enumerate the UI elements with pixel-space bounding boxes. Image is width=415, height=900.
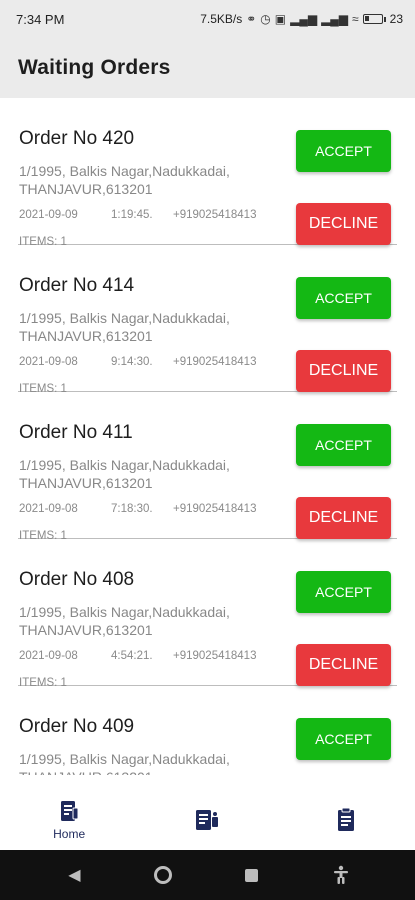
decline-button[interactable]: DECLINE bbox=[296, 497, 391, 539]
order-phone: +919025418413 bbox=[173, 356, 257, 368]
order-phone: +919025418413 bbox=[173, 650, 257, 662]
order-date: 2021-09-08 bbox=[19, 650, 78, 662]
order-time: 4:54:21. bbox=[111, 650, 153, 662]
order-card: Order No 420 1/1995, Balkis Nagar,Nadukk… bbox=[18, 98, 397, 248]
order-card: Order No 409 1/1995, Balkis Nagar,Nadukk… bbox=[18, 686, 397, 775]
nav-home[interactable]: Home bbox=[19, 799, 119, 841]
order-card: Order No 411 1/1995, Balkis Nagar,Nadukk… bbox=[18, 392, 397, 542]
order-title: Order No 420 bbox=[19, 128, 135, 149]
page-title: Waiting Orders bbox=[18, 56, 171, 79]
order-title: Order No 414 bbox=[19, 275, 135, 296]
home-circle-icon bbox=[154, 866, 173, 884]
decline-button[interactable]: DECLINE bbox=[296, 350, 391, 392]
order-time: 1:19:45. bbox=[111, 209, 153, 221]
order-meta: 2021-09-08 4:54:21. +919025418413 bbox=[19, 650, 256, 662]
order-date: 2021-09-09 bbox=[19, 209, 78, 221]
order-title: Order No 408 bbox=[19, 569, 135, 590]
nav-delivery[interactable] bbox=[157, 807, 257, 833]
wifi-icon: ≈ bbox=[352, 12, 359, 26]
battery-percent: 23 bbox=[389, 12, 403, 26]
order-time: 7:18:30. bbox=[111, 503, 153, 515]
order-time: 9:14:30. bbox=[111, 356, 153, 368]
alarm-icon: ◷ bbox=[260, 12, 271, 26]
decline-button[interactable]: DECLINE bbox=[296, 644, 391, 686]
accept-button[interactable]: ACCEPT bbox=[296, 571, 391, 613]
signal-icon: ▂▄▆ bbox=[290, 12, 318, 26]
status-bar: 7:34 PM 7.5KB/s ⚭ ◷ ▣ ▂▄▆ ▂▄▆ ≈ 23 bbox=[0, 0, 415, 38]
order-phone: +919025418413 bbox=[173, 503, 257, 515]
order-date: 2021-09-08 bbox=[19, 503, 78, 515]
order-address: 1/1995, Balkis Nagar,Nadukkadai, THANJAV… bbox=[19, 163, 230, 197]
order-address: 1/1995, Balkis Nagar,Nadukkadai, THANJAV… bbox=[19, 310, 230, 344]
sim-icon: ▣ bbox=[274, 12, 287, 26]
accept-button[interactable]: ACCEPT bbox=[296, 130, 391, 172]
accept-button[interactable]: ACCEPT bbox=[296, 277, 391, 319]
nav-order-list[interactable] bbox=[296, 807, 396, 833]
network-speed: 7.5KB/s bbox=[200, 12, 243, 26]
decline-button[interactable]: DECLINE bbox=[296, 203, 391, 245]
order-card: Order No 414 1/1995, Balkis Nagar,Nadukk… bbox=[18, 245, 397, 395]
order-phone: +919025418413 bbox=[173, 209, 257, 221]
home-orders-icon bbox=[56, 799, 82, 825]
order-address: 1/1995, Balkis Nagar,Nadukkadai, THANJAV… bbox=[19, 751, 230, 775]
headphones-icon: ⚭ bbox=[246, 12, 257, 26]
bottom-nav: Home bbox=[0, 790, 415, 850]
nav-home-label: Home bbox=[53, 827, 86, 841]
order-address: 1/1995, Balkis Nagar,Nadukkadai, THANJAV… bbox=[19, 457, 230, 491]
order-title: Order No 411 bbox=[19, 422, 133, 443]
order-meta: 2021-09-08 9:14:30. +919025418413 bbox=[19, 356, 256, 368]
order-list[interactable]: Order No 420 1/1995, Balkis Nagar,Nadukk… bbox=[0, 98, 415, 775]
delivery-orders-icon bbox=[193, 807, 221, 833]
order-list-icon bbox=[334, 807, 358, 833]
order-date: 2021-09-08 bbox=[19, 356, 78, 368]
home-button[interactable] bbox=[143, 866, 183, 884]
accessibility-icon[interactable] bbox=[321, 865, 361, 885]
status-time: 7:34 PM bbox=[16, 11, 65, 27]
recents-button[interactable] bbox=[232, 868, 272, 882]
order-title: Order No 409 bbox=[19, 716, 135, 737]
order-meta: 2021-09-08 7:18:30. +919025418413 bbox=[19, 503, 256, 515]
back-icon[interactable]: ◀ bbox=[54, 865, 94, 885]
battery-icon bbox=[362, 14, 386, 24]
app-header: Waiting Orders bbox=[0, 38, 415, 98]
status-icons: 7.5KB/s ⚭ ◷ ▣ ▂▄▆ ▂▄▆ ≈ 23 bbox=[200, 12, 403, 26]
signal-icon: ▂▄▆ bbox=[321, 12, 349, 26]
order-meta: 2021-09-09 1:19:45. +919025418413 bbox=[19, 209, 256, 221]
order-address: 1/1995, Balkis Nagar,Nadukkadai, THANJAV… bbox=[19, 604, 230, 638]
accept-button[interactable]: ACCEPT bbox=[296, 424, 391, 466]
accept-button[interactable]: ACCEPT bbox=[296, 718, 391, 760]
system-nav-bar: ◀ bbox=[0, 850, 415, 900]
order-card: Order No 408 1/1995, Balkis Nagar,Nadukk… bbox=[18, 539, 397, 689]
recents-icon bbox=[245, 868, 259, 882]
